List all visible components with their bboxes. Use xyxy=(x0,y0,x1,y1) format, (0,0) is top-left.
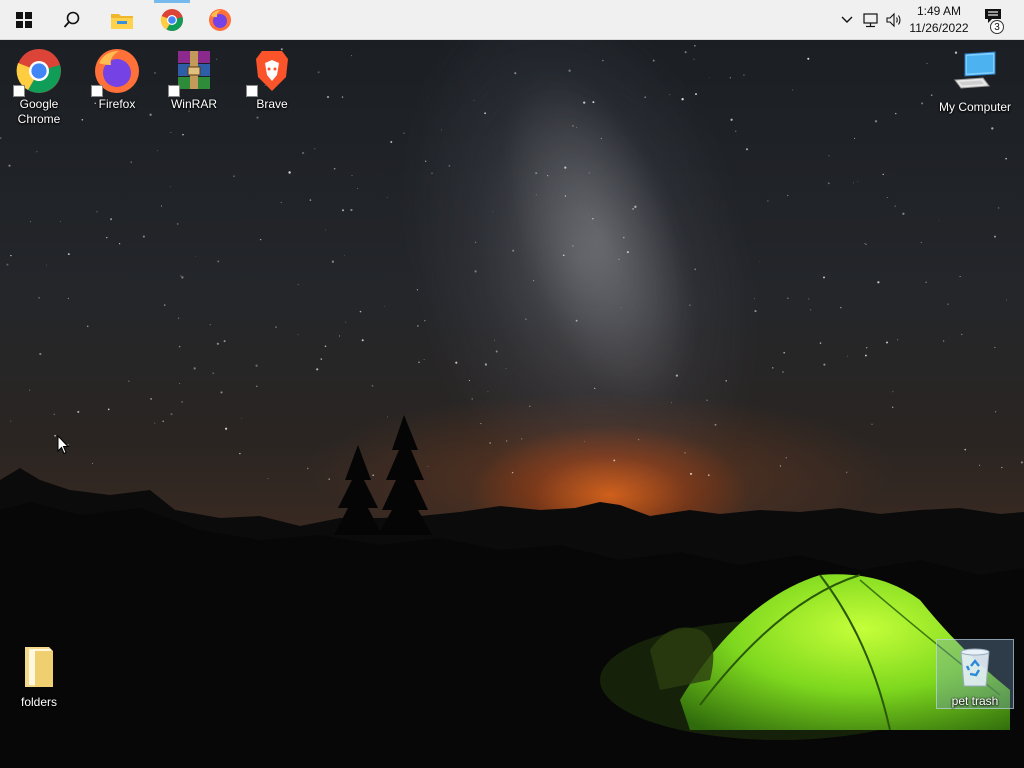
shortcut-arrow-icon xyxy=(91,85,103,97)
computer-icon xyxy=(954,51,996,89)
desktop-icon-folders[interactable]: folders xyxy=(2,645,76,710)
search-icon xyxy=(63,11,80,28)
search-button[interactable] xyxy=(50,0,94,40)
desktop-icon-label: WinRAR xyxy=(170,97,217,111)
volume-tray-button[interactable] xyxy=(883,0,905,40)
firefox-icon xyxy=(209,9,231,31)
desktop-icon-google-chrome[interactable]: Google Chrome xyxy=(2,47,76,127)
taskbar: 1:49 AM 11/26/2022 3 xyxy=(0,0,1024,40)
taskbar-firefox[interactable] xyxy=(198,0,242,40)
clock-date: 11/26/2022 xyxy=(909,21,969,35)
desktop-icon-pet-trash[interactable]: pet trash xyxy=(936,639,1014,709)
chevron-up-icon xyxy=(841,16,853,23)
windows-logo-icon xyxy=(16,12,32,28)
desktop-icon-label: Brave xyxy=(256,97,288,111)
desktop-icon-firefox[interactable]: Firefox xyxy=(80,47,154,112)
shortcut-arrow-icon xyxy=(13,85,25,97)
tent xyxy=(600,574,1010,740)
desktop-wallpaper xyxy=(0,40,1024,768)
show-hidden-icons-button[interactable] xyxy=(838,0,856,40)
network-icon xyxy=(863,13,878,28)
desktop-icon-label: My Computer xyxy=(938,100,1012,114)
folder-icon xyxy=(111,14,133,29)
chrome-icon xyxy=(160,9,183,31)
speaker-icon xyxy=(886,12,901,28)
shortcut-arrow-icon xyxy=(246,85,258,97)
desktop-icon-label: folders xyxy=(20,695,58,709)
network-tray-button[interactable] xyxy=(860,0,882,40)
taskbar-google-chrome[interactable] xyxy=(150,0,194,40)
mouse-cursor-icon xyxy=(57,435,70,455)
desktop-icon-brave[interactable]: Brave xyxy=(235,47,309,112)
desktop-icon-label: Firefox xyxy=(98,97,136,111)
desktop-icon-winrar[interactable]: WinRAR xyxy=(157,47,231,112)
taskbar-file-explorer[interactable] xyxy=(100,0,144,40)
desktop-icon-label: Google Chrome xyxy=(17,97,61,126)
notification-count-badge: 3 xyxy=(990,20,1004,34)
shortcut-arrow-icon xyxy=(168,85,180,97)
clock-time: 1:49 AM xyxy=(916,4,962,18)
desktop-icon-label: pet trash xyxy=(951,694,999,708)
desktop-icon-my-computer[interactable]: My Computer xyxy=(936,50,1014,115)
start-button[interactable] xyxy=(2,0,46,40)
recycle-bin-icon xyxy=(960,648,990,687)
clock[interactable]: 1:49 AM 11/26/2022 xyxy=(904,0,974,40)
folder-icon xyxy=(25,647,53,687)
